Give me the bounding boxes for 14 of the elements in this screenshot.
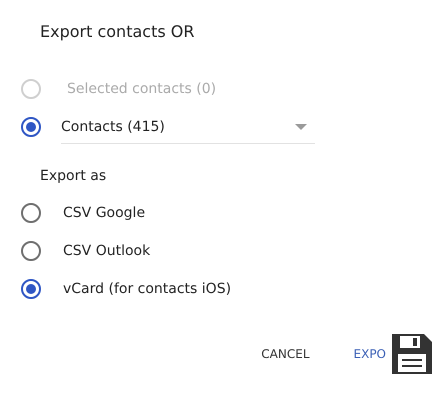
option-label: vCard (for contacts iOS) xyxy=(63,281,232,297)
contacts-dropdown[interactable]: Contacts (415) xyxy=(61,110,315,144)
radio-button[interactable] xyxy=(21,241,41,261)
radio-button[interactable] xyxy=(21,203,41,223)
radio-button[interactable] xyxy=(21,117,41,137)
cancel-button[interactable]: CANCEL xyxy=(255,339,316,369)
dialog-title: Export contacts OR xyxy=(39,21,196,43)
export-button[interactable]: EXPO xyxy=(348,339,392,369)
radio-button[interactable] xyxy=(21,279,41,299)
section-label: Export as xyxy=(39,167,108,186)
option-label: CSV Google xyxy=(63,205,146,221)
caret-icon xyxy=(295,124,307,130)
option-label: Selected contacts (0) xyxy=(67,81,216,97)
option-label: CSV Outlook xyxy=(63,243,150,259)
